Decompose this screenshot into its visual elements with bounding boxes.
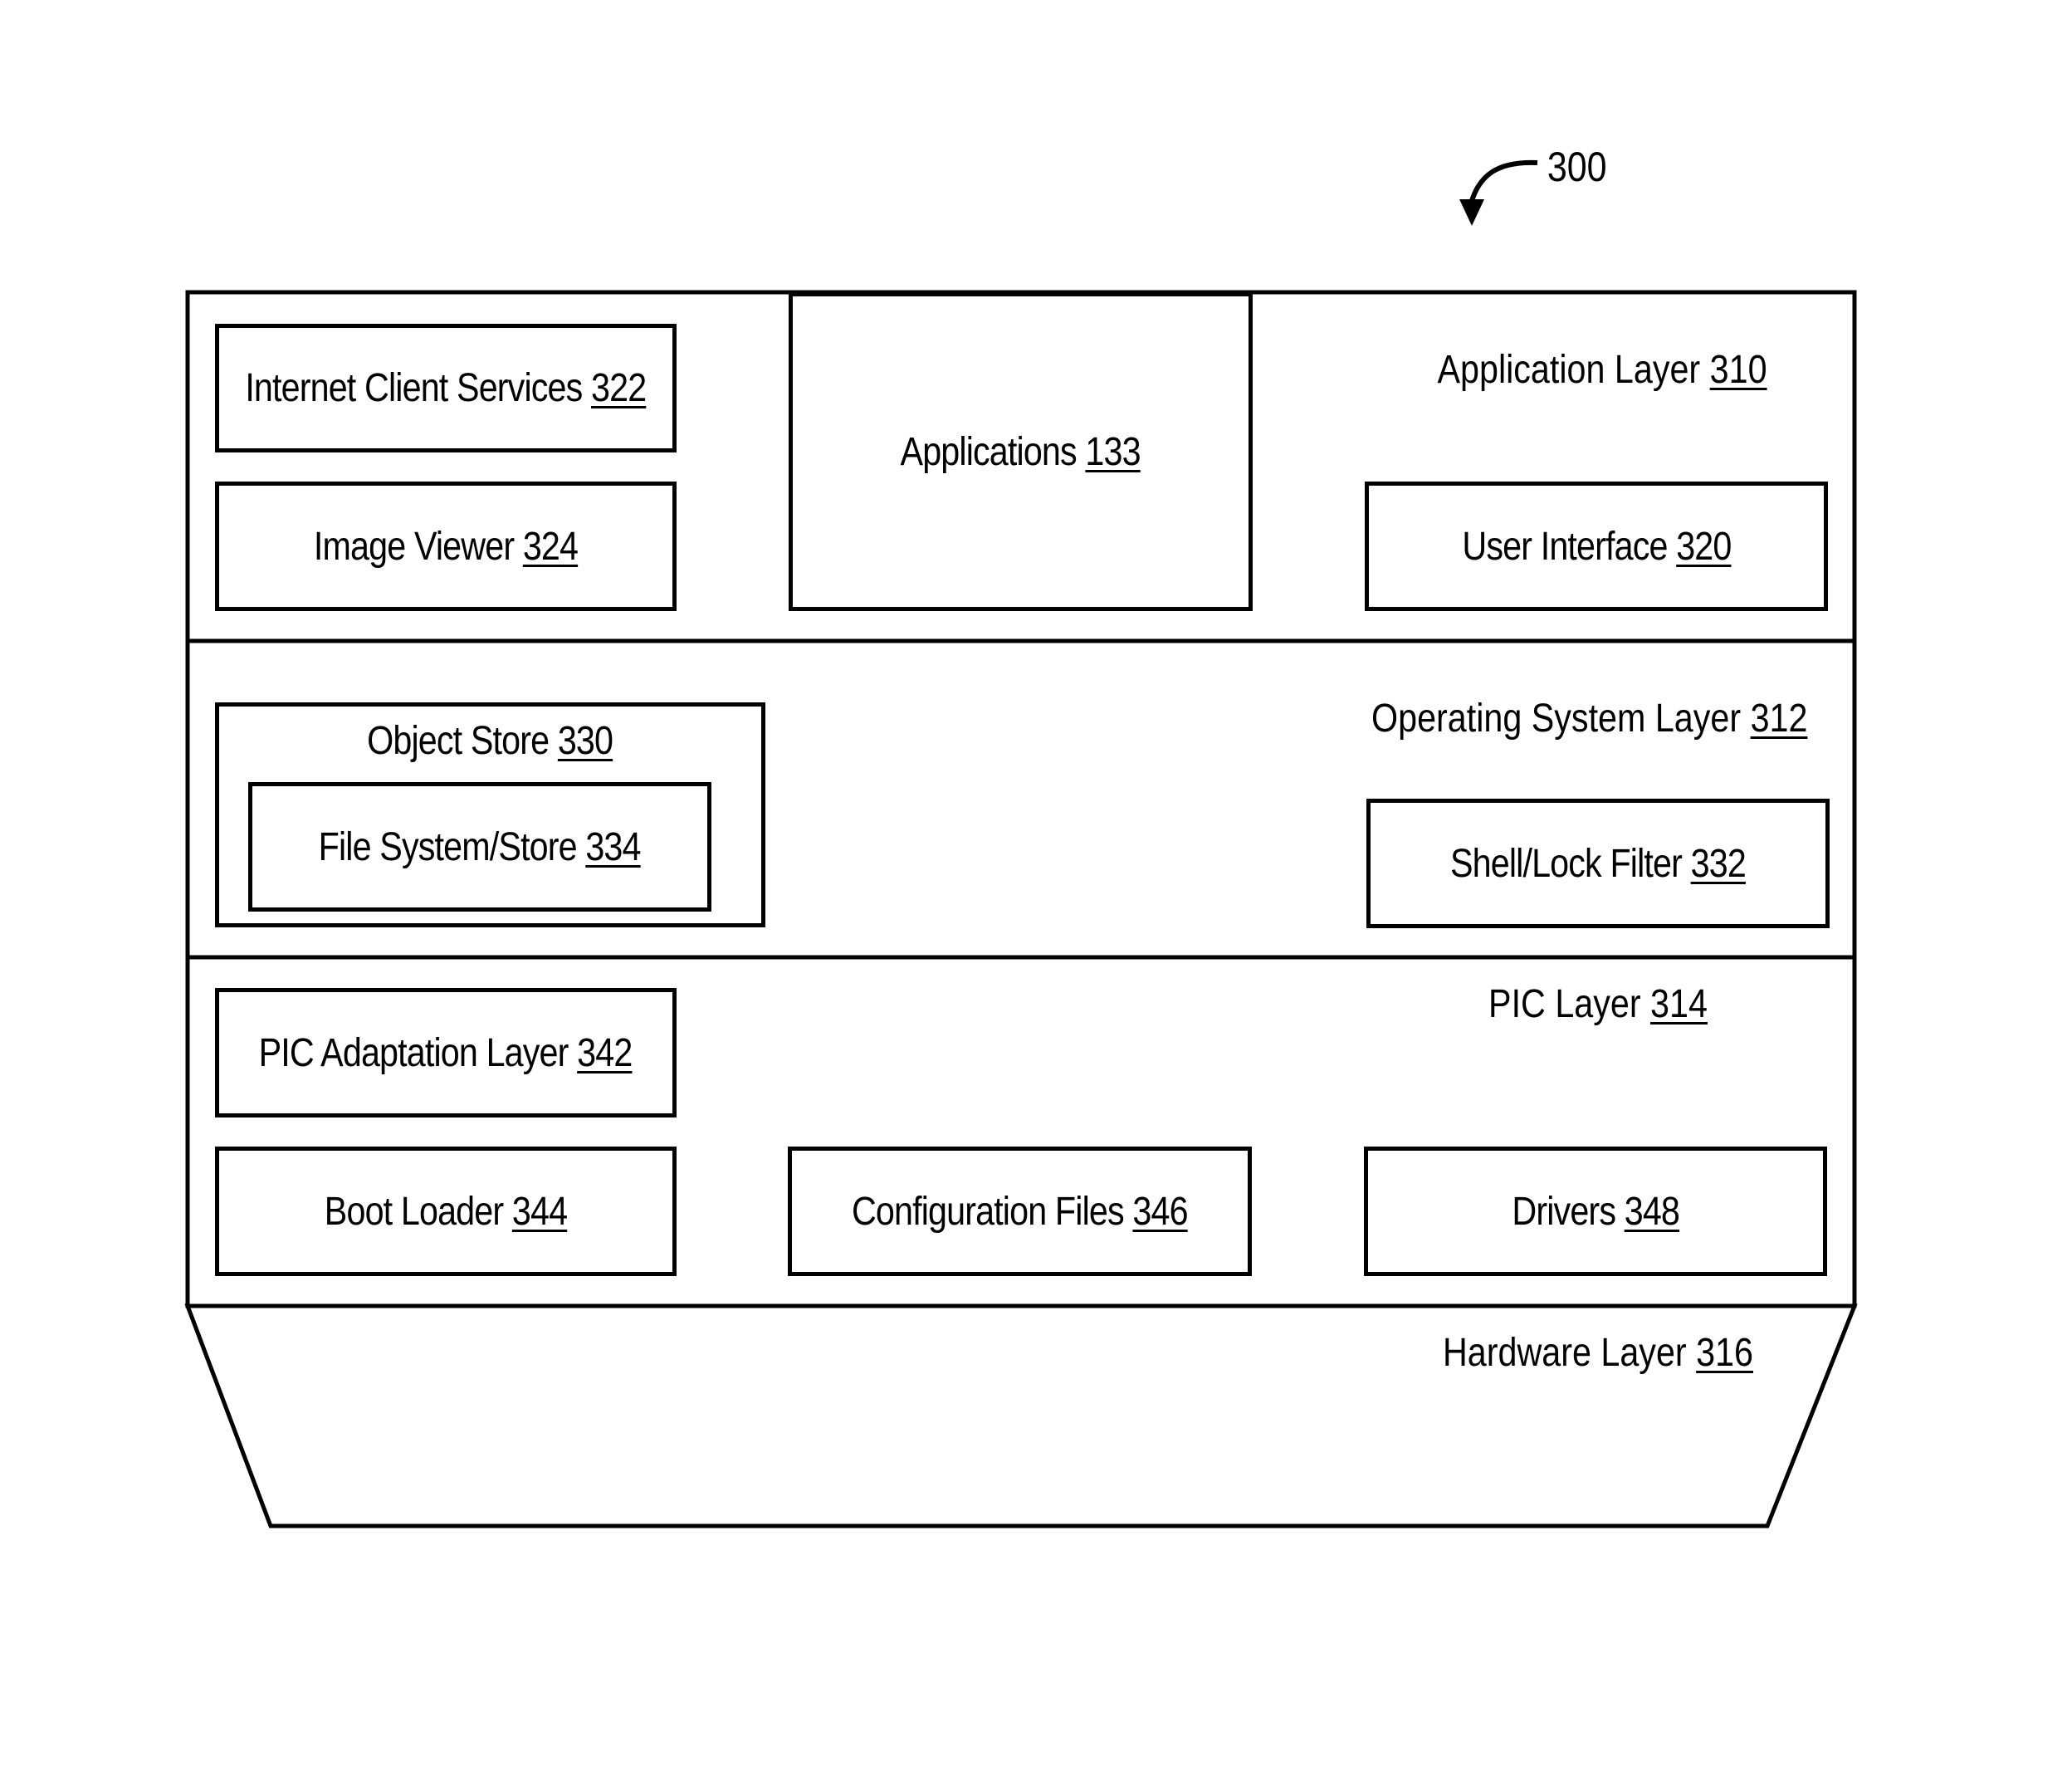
- image-viewer-box: Image Viewer 324: [215, 482, 677, 611]
- file-system-store-box: File System/Store 334: [248, 782, 711, 912]
- figure-ref-label: 300: [1547, 144, 1607, 190]
- internet-client-services-box: Internet Client Services 322: [215, 324, 677, 452]
- applications-box: Applications 133: [789, 292, 1253, 611]
- boot-loader-box: Boot Loader 344: [215, 1147, 677, 1276]
- shell-lock-filter-box: Shell/Lock Filter 332: [1366, 799, 1830, 928]
- pic-layer-label: PIC Layer 314: [1488, 982, 1708, 1026]
- os-layer-label: Operating System Layer 312: [1371, 697, 1808, 741]
- configuration-files-box: Configuration Files 346: [788, 1147, 1252, 1276]
- ref-arrow-curve: [1468, 159, 1538, 204]
- application-layer-label: Application Layer 310: [1437, 348, 1767, 392]
- user-interface-box: User Interface 320: [1365, 482, 1828, 611]
- hardware-layer-label: Hardware Layer 316: [1442, 1331, 1754, 1375]
- ref-arrow-head: [1459, 199, 1484, 226]
- drivers-box: Drivers 348: [1364, 1147, 1827, 1276]
- pic-adaptation-layer-box: PIC Adaptation Layer 342: [215, 988, 677, 1117]
